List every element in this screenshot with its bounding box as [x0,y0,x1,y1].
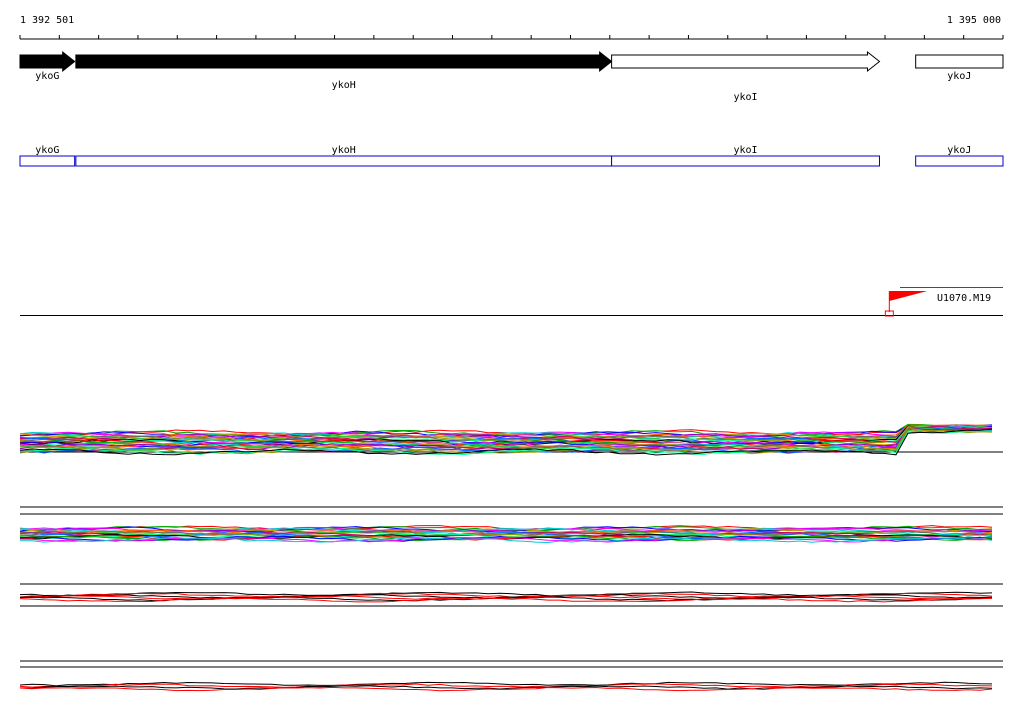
coordinate-ruler: 1 392 501 1 395 000 [19,15,1004,40]
ruler-end-label: 1 395 000 [947,15,1001,26]
gene-annotation-track: ykoG ykoH ykoI ykoJ [19,50,1004,103]
promoter-flag [889,291,928,301]
transcript-box-ykoJ[interactable] [915,155,1004,167]
gene-arrow-ykoJ[interactable] [915,54,1004,69]
ruler-start-label: 1 392 501 [20,15,74,26]
transcript-label-ykoJ: ykoJ [947,145,971,156]
transcript-label-ykoG: ykoG [35,145,59,156]
expression-signal-track-3 [19,583,1003,607]
gene-label-ykoI: ykoI [734,92,758,103]
transcript-box-ykoG[interactable] [19,155,76,167]
promoter-label: U1070.M19 [937,293,991,304]
genome-browser-canvas: 1 392 501 1 395 000 ykoG ykoH ykoI ykoJ yko… [19,15,1004,692]
transcript-box-ykoI[interactable] [611,155,880,167]
transcript-label-ykoI: ykoI [734,145,758,156]
gene-arrow-ykoI[interactable] [611,50,881,73]
transcript-label-ykoH: ykoH [332,145,356,156]
transcript-track: ykoG ykoH ykoI ykoJ [19,145,1004,167]
gene-label-ykoG: ykoG [35,71,59,82]
transcript-box-ykoH[interactable] [75,155,613,167]
gene-label-ykoH: ykoH [332,80,356,91]
ruler-ticks [19,35,1004,39]
gene-arrow-ykoH[interactable] [75,50,613,73]
gene-label-ykoJ: ykoJ [947,71,971,82]
expression-signal-track-2 [19,506,1003,544]
promoter-track: U1070.M19 [20,287,1003,317]
genome-browser: 1 392 501 1 395 000 ykoG ykoH ykoI ykoJ yko… [0,0,1024,714]
gene-arrow-ykoG[interactable] [19,50,76,73]
expression-signal-track-1 [19,423,1003,456]
expression-signal-track-4 [19,660,1003,692]
